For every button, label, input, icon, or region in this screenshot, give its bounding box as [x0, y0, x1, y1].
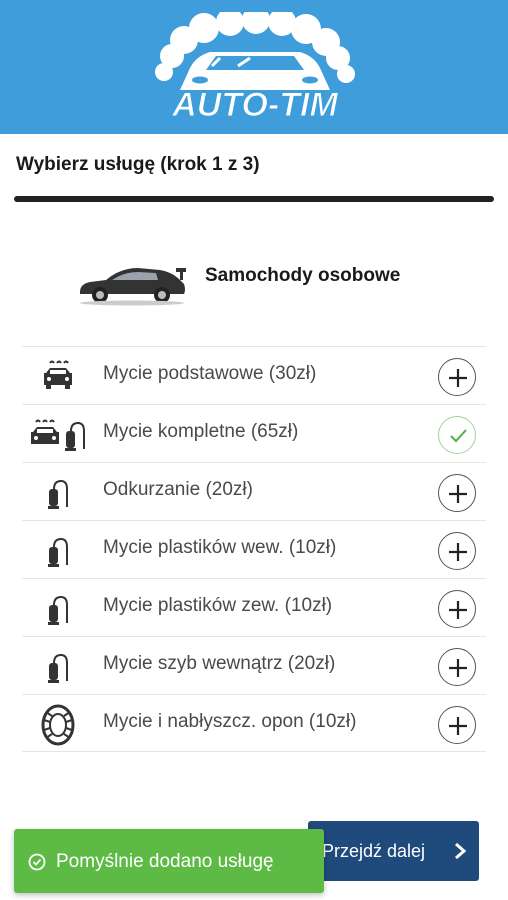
add-service-button[interactable]: [438, 590, 476, 628]
plus-icon: [449, 717, 467, 735]
vacuum-icon: [48, 595, 68, 625]
add-service-button[interactable]: [438, 648, 476, 686]
plus-icon: [449, 543, 467, 561]
add-service-button[interactable]: [438, 358, 476, 396]
next-step-label: Przejdź dalej: [322, 841, 426, 861]
service-label: Mycie plastików zew. (10zł): [103, 595, 333, 616]
service-label: Odkurzanie (20zł): [103, 479, 253, 500]
vacuum-icon: [48, 537, 68, 567]
vacuum-icon: [48, 653, 68, 683]
category-label: Samochody osobowe: [205, 265, 401, 286]
service-label: Mycie i nabłyszcz. opon (10zł): [103, 711, 357, 732]
add-service-button[interactable]: [438, 532, 476, 570]
step-progress-bar: [14, 196, 494, 202]
toast-message: Pomyślnie dodano usługę: [56, 851, 274, 872]
service-row: Mycie szyb wewnątrz (20zł): [22, 636, 486, 694]
service-label: Mycie podstawowe (30zł): [103, 363, 317, 384]
service-label: Mycie szyb wewnątrz (20zł): [103, 653, 336, 674]
app-header: AUTO-TIM: [0, 0, 508, 134]
service-row: Odkurzanie (20zł): [22, 462, 486, 520]
plus-icon: [449, 601, 467, 619]
tire-icon: [41, 704, 75, 746]
chevron-right-icon: [455, 842, 467, 860]
car-wash-vacuum-icon: [31, 419, 85, 451]
vehicle-category: Samochody osobowe: [70, 256, 490, 316]
service-row: Mycie plastików zew. (10zł): [22, 578, 486, 636]
check-circle-icon: [28, 853, 46, 871]
service-list: Mycie podstawowe (30zł) Mycie kompletne …: [22, 346, 486, 752]
service-row: Mycie kompletne (65zł): [22, 404, 486, 462]
auto-tim-logo: AUTO-TIM: [155, 12, 355, 124]
success-toast: Pomyślnie dodano usługę: [14, 829, 324, 893]
service-row: Mycie podstawowe (30zł): [22, 346, 486, 404]
service-label: Mycie kompletne (65zł): [103, 421, 299, 442]
sports-car-icon: [80, 268, 186, 306]
vacuum-icon: [48, 479, 68, 509]
add-service-button[interactable]: [438, 474, 476, 512]
check-icon: [450, 429, 467, 443]
next-step-button[interactable]: Przejdź dalej: [308, 821, 479, 881]
plus-icon: [449, 659, 467, 677]
plus-icon: [449, 369, 467, 387]
selected-service-button[interactable]: [438, 416, 476, 454]
brand-name: AUTO-TIM: [171, 86, 338, 124]
plus-icon: [449, 485, 467, 503]
service-label: Mycie plastików wew. (10zł): [103, 537, 337, 558]
service-row: Mycie i nabłyszcz. opon (10zł): [22, 694, 486, 752]
car-wash-icon: [44, 360, 72, 389]
service-row: Mycie plastików wew. (10zł): [22, 520, 486, 578]
add-service-button[interactable]: [438, 706, 476, 744]
step-title: Wybierz usługę (krok 1 z 3): [16, 154, 260, 175]
